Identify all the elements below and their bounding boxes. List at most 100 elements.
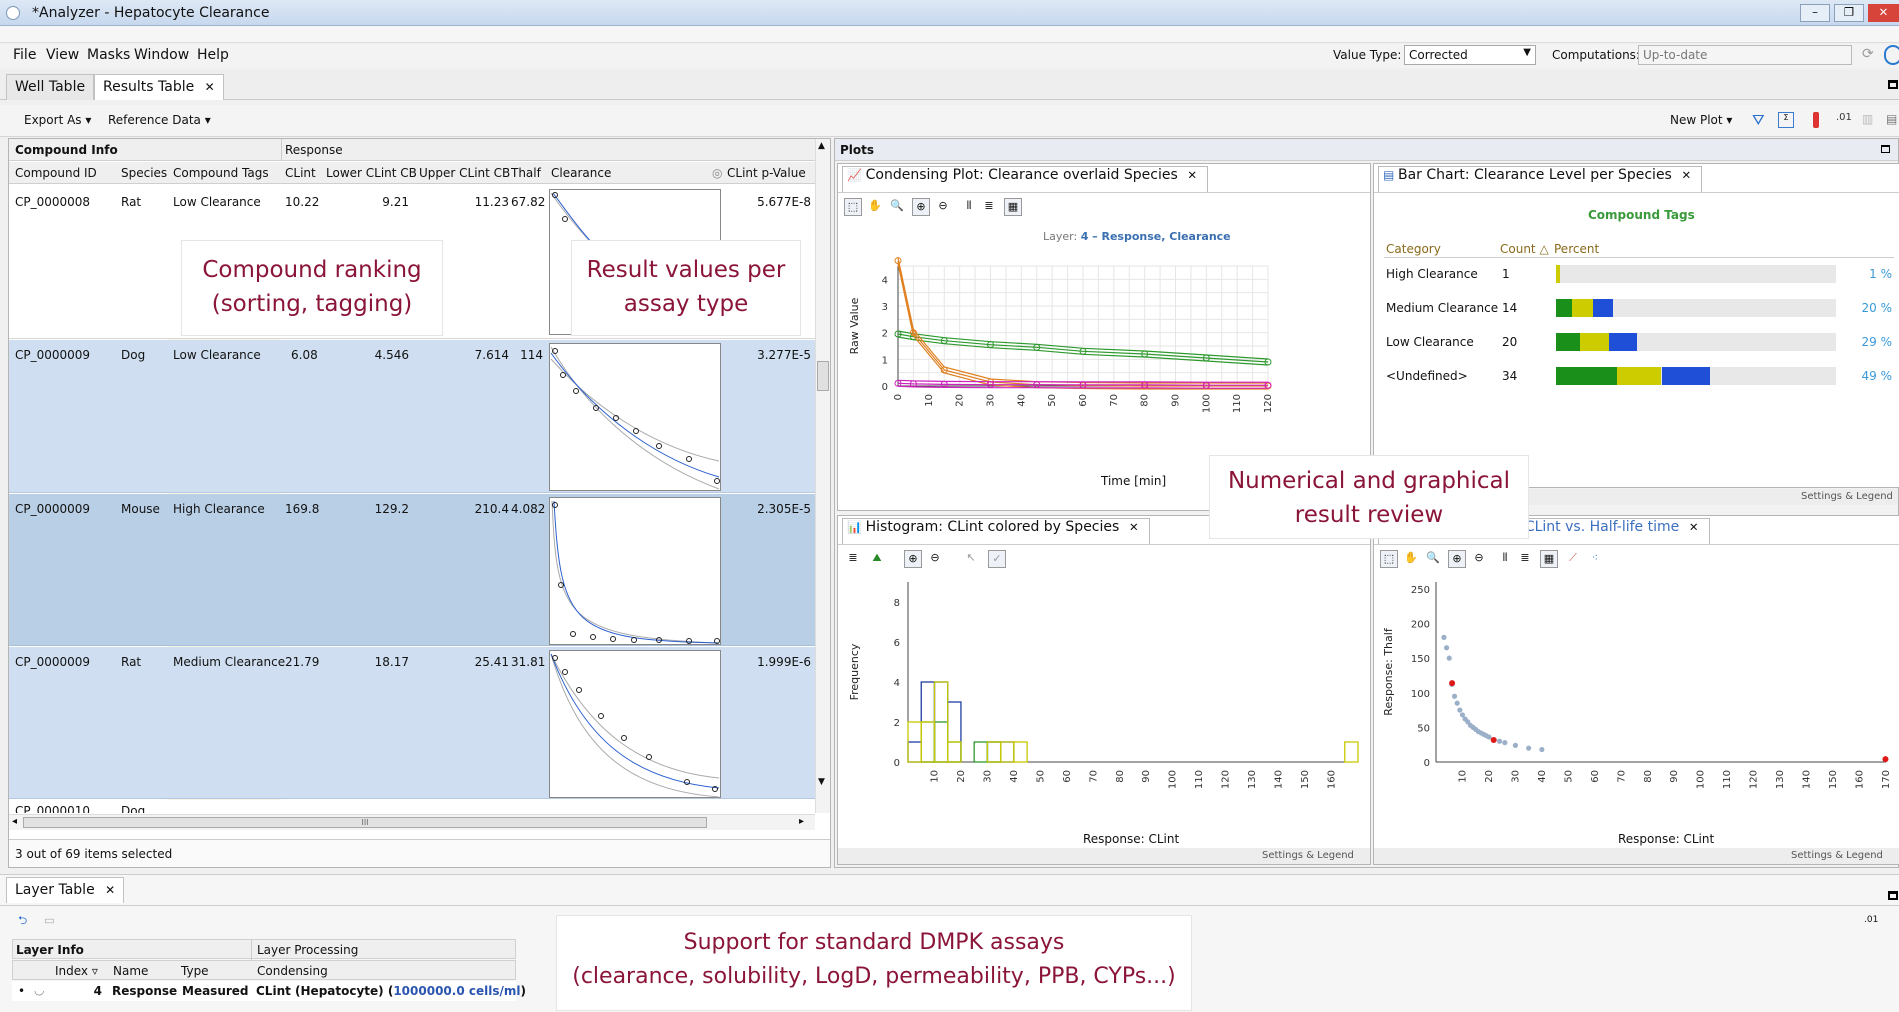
maximize-icon[interactable] [1881,145,1890,153]
columns-icon[interactable]: ▥ [1862,112,1873,126]
export-icon[interactable]: ▤ [1886,112,1897,126]
restore-button[interactable]: ❐ [1834,4,1864,22]
menu-masks[interactable]: Masks [87,47,130,63]
columns-icon[interactable]: ⦀ [1496,550,1514,568]
col-clint[interactable]: CLint [285,166,316,180]
col-lower-clint-cb[interactable]: Lower CLint CB [326,166,417,180]
callout-line: Result values per [586,257,786,283]
columns-icon[interactable]: ⦀ [960,198,978,216]
col-upper-clint-cb[interactable]: Upper CLint CB [419,166,510,180]
col-percent[interactable]: Percent [1554,242,1599,256]
decimal-icon[interactable]: .01 [1836,112,1852,123]
pan-icon[interactable]: ✋ [1402,550,1420,568]
scroll-down-icon[interactable]: ▼ [818,777,825,787]
col-thalf[interactable]: Thalf [511,166,541,180]
menu-window[interactable]: Window [134,47,189,63]
close-icon[interactable]: ✕ [1689,520,1699,534]
col-count[interactable]: Count △ [1500,242,1549,256]
layer-row[interactable]: • ◡ 4 Response Measured CLint (Hepatocyt… [12,981,526,1001]
zoom-fit-icon[interactable]: ⊕ [912,198,930,216]
trend-icon[interactable]: ⟋ [1564,550,1582,568]
col-condensing[interactable]: Condensing [257,964,328,978]
maximize-icon[interactable] [1888,80,1898,89]
tab-results-table[interactable]: Results Table ✕ [94,74,224,100]
scroll-right-icon[interactable]: ▸ [799,816,804,827]
close-icon[interactable]: ✕ [1129,520,1139,534]
col-compound-tags[interactable]: Compound Tags [173,166,269,180]
bar-row[interactable]: Medium Clearance 14 20 % [1384,294,1896,322]
col-type[interactable]: Type [181,964,209,978]
menu-help[interactable]: Help [197,47,229,63]
maximize-icon[interactable] [1888,891,1898,900]
grid-icon[interactable]: ▦ [1004,198,1022,216]
decimal-icon[interactable]: .01 [1864,915,1878,925]
select-icon[interactable]: ⬚ [844,198,862,216]
close-icon[interactable]: ✕ [1187,168,1197,182]
table-row[interactable]: CP_0000010 Dog [9,800,815,813]
remove-layer-icon[interactable]: ▭ [44,913,55,927]
plot-tab[interactable]: ▤ Bar Chart: Clearance Level per Species… [1378,166,1703,192]
minimize-button[interactable]: – [1800,4,1830,22]
col-compound-id[interactable]: Compound ID [15,166,97,180]
bar-row[interactable]: <Undefined> 34 49 % [1384,362,1896,390]
rows-icon[interactable]: ≣ [980,198,998,216]
bar-row[interactable]: High Clearance 1 1 % [1384,260,1896,288]
zoom-reset-icon[interactable]: ⊖ [1470,550,1488,568]
export-as-menu[interactable]: Export As ▾ [24,113,91,127]
pan-icon[interactable]: ✋ [866,198,884,216]
cursor-icon[interactable]: ↖ [962,550,980,568]
zoom-reset-icon[interactable]: ⊖ [934,198,952,216]
tab-well-table[interactable]: Well Table [6,74,95,100]
table-row[interactable]: CP_0000009 Mouse High Clearance 169.8 12… [9,494,815,646]
checkbox-icon[interactable]: ✓ [988,550,1006,568]
grid-icon[interactable]: ▦ [1540,550,1558,568]
menu-view[interactable]: View [46,47,79,63]
col-category[interactable]: Category [1386,242,1441,256]
refresh-icon[interactable]: ⟳ [1862,46,1874,62]
close-icon[interactable]: ✕ [1682,168,1692,182]
value-type-select[interactable]: Corrected ▼ [1404,45,1536,65]
close-icon[interactable]: ✕ [105,883,115,897]
bin-settings-icon[interactable]: ⛰ [868,550,886,568]
col-species[interactable]: Species [121,166,167,180]
plot-tab[interactable]: 📊 Histogram: CLint colored by Species ✕ [842,518,1150,544]
help-icon[interactable] [1884,45,1899,65]
new-plot-menu[interactable]: New Plot ▾ [1670,113,1732,127]
zoom-fit-icon[interactable]: ⊕ [1448,550,1466,568]
horizontal-scrollbar[interactable]: ◂ III ▸ [9,814,815,830]
filter-icon[interactable]: ⛛ [1752,111,1765,129]
close-icon[interactable]: ✕ [205,80,215,94]
zoom-icon[interactable]: 🔍 [888,198,906,216]
reference-data-menu[interactable]: Reference Data ▾ [108,113,211,127]
zoom-reset-icon[interactable]: ⊖ [926,550,944,568]
table-filter-icon[interactable]: Σ [1778,112,1794,128]
scroll-thumb[interactable] [817,361,829,391]
bar-row[interactable]: Low Clearance 20 29 % [1384,328,1896,356]
scatter-points-icon[interactable]: ⁖ [1586,550,1604,568]
col-name[interactable]: Name [113,964,148,978]
col-clint-p-value[interactable]: CLint p-Value [727,166,806,180]
horizontal-scroll-thumb[interactable]: III [23,817,707,828]
rows-icon[interactable]: ≣ [844,550,862,568]
col-index[interactable]: Index ▿ [55,964,98,978]
select-icon[interactable]: ⬚ [1380,550,1398,568]
table-row[interactable]: CP_0000009 Dog Low Clearance 6.08 4.546 … [9,340,815,493]
scroll-up-icon[interactable]: ▲ [818,141,825,151]
settings-legend-link[interactable]: Settings & Legend [1791,850,1883,861]
settings-legend-link[interactable]: Settings & Legend [1801,491,1893,502]
zoom-fit-icon[interactable]: ⊕ [904,550,922,568]
vertical-scrollbar[interactable]: ▲ ▼ [815,139,830,813]
zoom-icon[interactable]: 🔍 [1424,550,1442,568]
close-window-button[interactable]: ✕ [1868,4,1899,22]
plot-tab[interactable]: 📈 Condensing Plot: Clearance overlaid Sp… [842,166,1209,192]
color-icon[interactable] [1813,112,1819,128]
add-layer-icon[interactable]: ⮌ [18,913,27,932]
tab-layer-table[interactable]: Layer Table ✕ [6,877,125,903]
table-row[interactable]: CP_0000009 Rat Medium Clearance 21.79 18… [9,647,815,799]
menu-file[interactable]: File [13,47,36,63]
settings-legend-link[interactable]: Settings & Legend [1262,850,1354,861]
rows-icon[interactable]: ≣ [1516,550,1534,568]
eye-icon[interactable]: ◡ [34,983,44,997]
scroll-left-icon[interactable]: ◂ [12,816,17,827]
col-clearance[interactable]: Clearance [551,166,611,180]
